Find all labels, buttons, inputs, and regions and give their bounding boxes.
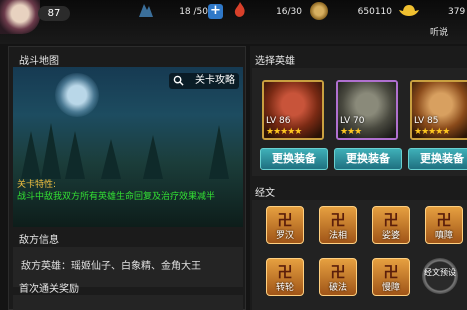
tree [209,125,229,179]
tree [143,135,163,179]
strategy-label: 关卡攻略 [195,75,235,86]
tree [101,139,121,179]
sutra-slot-5[interactable]: 卍 转轮 [266,258,304,296]
sutra-area: 卍 罗汉 卍 法相 卍 娑婆 卍 嗔障 卍 转轮 卍 破法 卍 慢障 经文预设 [252,200,467,310]
hero-select-panel: 选择英雄 LV 86 ★★★★★ LV 70 ★★★ LV 85 ★★★★★ 更… [250,46,467,310]
top-resource-bar: 87 18 /50 + 16/30 650110 379 听说 [0,0,467,44]
sutra-preset-label: 经文预设 [424,268,456,277]
enemy-heroes-text: 敌方英雄：瑶姬仙子、白象精、金角大王 [21,261,201,272]
hero-select-area: LV 86 ★★★★★ LV 70 ★★★ LV 85 ★★★★★ 更换装备 更… [252,68,467,176]
select-hero-title: 选择英雄 [255,56,295,67]
add-stamina-button[interactable]: + [208,4,223,19]
hero-level: LV 70 [340,116,365,126]
first-clear-reward-box [13,295,243,310]
first-clear-reward-title: 首次通关奖励 [19,284,79,295]
sutra-label: 嗔障 [434,231,453,241]
gold-value: 379 [448,7,466,17]
tree [41,123,61,179]
hero-stars: ★★★★★ [414,127,450,137]
tree [21,131,41,179]
player-avatar[interactable] [0,0,40,34]
hero-stars: ★★★ [340,127,362,137]
sutra-glyph-icon: 卍 [277,263,293,281]
sutra-label: 法相 [328,231,347,241]
energy-icon [230,0,250,20]
search-icon [173,75,184,86]
hero-card-1[interactable]: LV 86 ★★★★★ [262,80,324,140]
sutra-glyph-icon: 卍 [383,211,399,229]
stamina-value: 18 /50 [179,7,208,17]
sutra-slot-3[interactable]: 卍 娑婆 [372,206,410,244]
battle-map-title: 战斗地图 [19,56,59,67]
change-equipment-button-3[interactable]: 更换装备 [408,148,467,170]
sutra-glyph-icon: 卍 [383,263,399,281]
hero-card-2[interactable]: LV 70 ★★★ [336,80,398,140]
sutra-glyph-icon: 卍 [330,211,346,229]
sutra-slot-6[interactable]: 卍 破法 [319,258,357,296]
listen-link[interactable]: 听说 [430,25,448,38]
sutra-label: 慢障 [381,283,400,293]
sutra-label: 罗汉 [275,231,294,241]
battle-map-view: 关卡攻略 关卡特性: 战斗中敌我双方所有英雄生命回复及治疗效果减半 [13,67,243,227]
coin-icon [310,2,328,20]
sutra-glyph-icon: 卍 [436,211,452,229]
stamina-icon [136,0,156,20]
enemy-info-title: 敌方信息 [19,235,59,246]
stage-feature-text: 战斗中敌我双方所有英雄生命回复及治疗效果减半 [17,192,216,202]
sutra-glyph-icon: 卍 [330,263,346,281]
change-equipment-button-2[interactable]: 更换装备 [334,148,402,170]
sutra-label: 破法 [328,283,347,293]
player-level-badge: 87 [38,6,70,21]
sutra-label: 转轮 [275,283,294,293]
stage-strategy-button[interactable]: 关卡攻略 [169,73,239,89]
tree [65,131,85,179]
change-equipment-button-1[interactable]: 更换装备 [260,148,328,170]
coin-value: 650110 [357,7,392,17]
gold-ingot-icon [398,2,420,18]
sutra-slot-1[interactable]: 卍 罗汉 [266,206,304,244]
hero-level: LV 86 [266,116,291,126]
sutra-label: 娑婆 [381,231,400,241]
hero-level: LV 85 [414,116,439,126]
sutra-slot-7[interactable]: 卍 慢障 [372,258,410,296]
stage-info-panel: 战斗地图 关卡攻略 关卡特性: 战斗中敌我双方所有英雄生命回复及治疗效果减半 敌… [8,46,246,310]
hero-stars: ★★★★★ [266,127,302,137]
sutra-slot-4[interactable]: 卍 嗔障 [425,206,463,244]
sutra-preset-button[interactable]: 经文预设 [422,258,458,294]
sutra-glyph-icon: 卍 [277,211,293,229]
sutra-title: 经文 [255,188,275,199]
moon [55,73,99,117]
energy-value: 16/30 [276,7,302,17]
hero-card-3[interactable]: LV 85 ★★★★★ [410,80,467,140]
sutra-slot-2[interactable]: 卍 法相 [319,206,357,244]
